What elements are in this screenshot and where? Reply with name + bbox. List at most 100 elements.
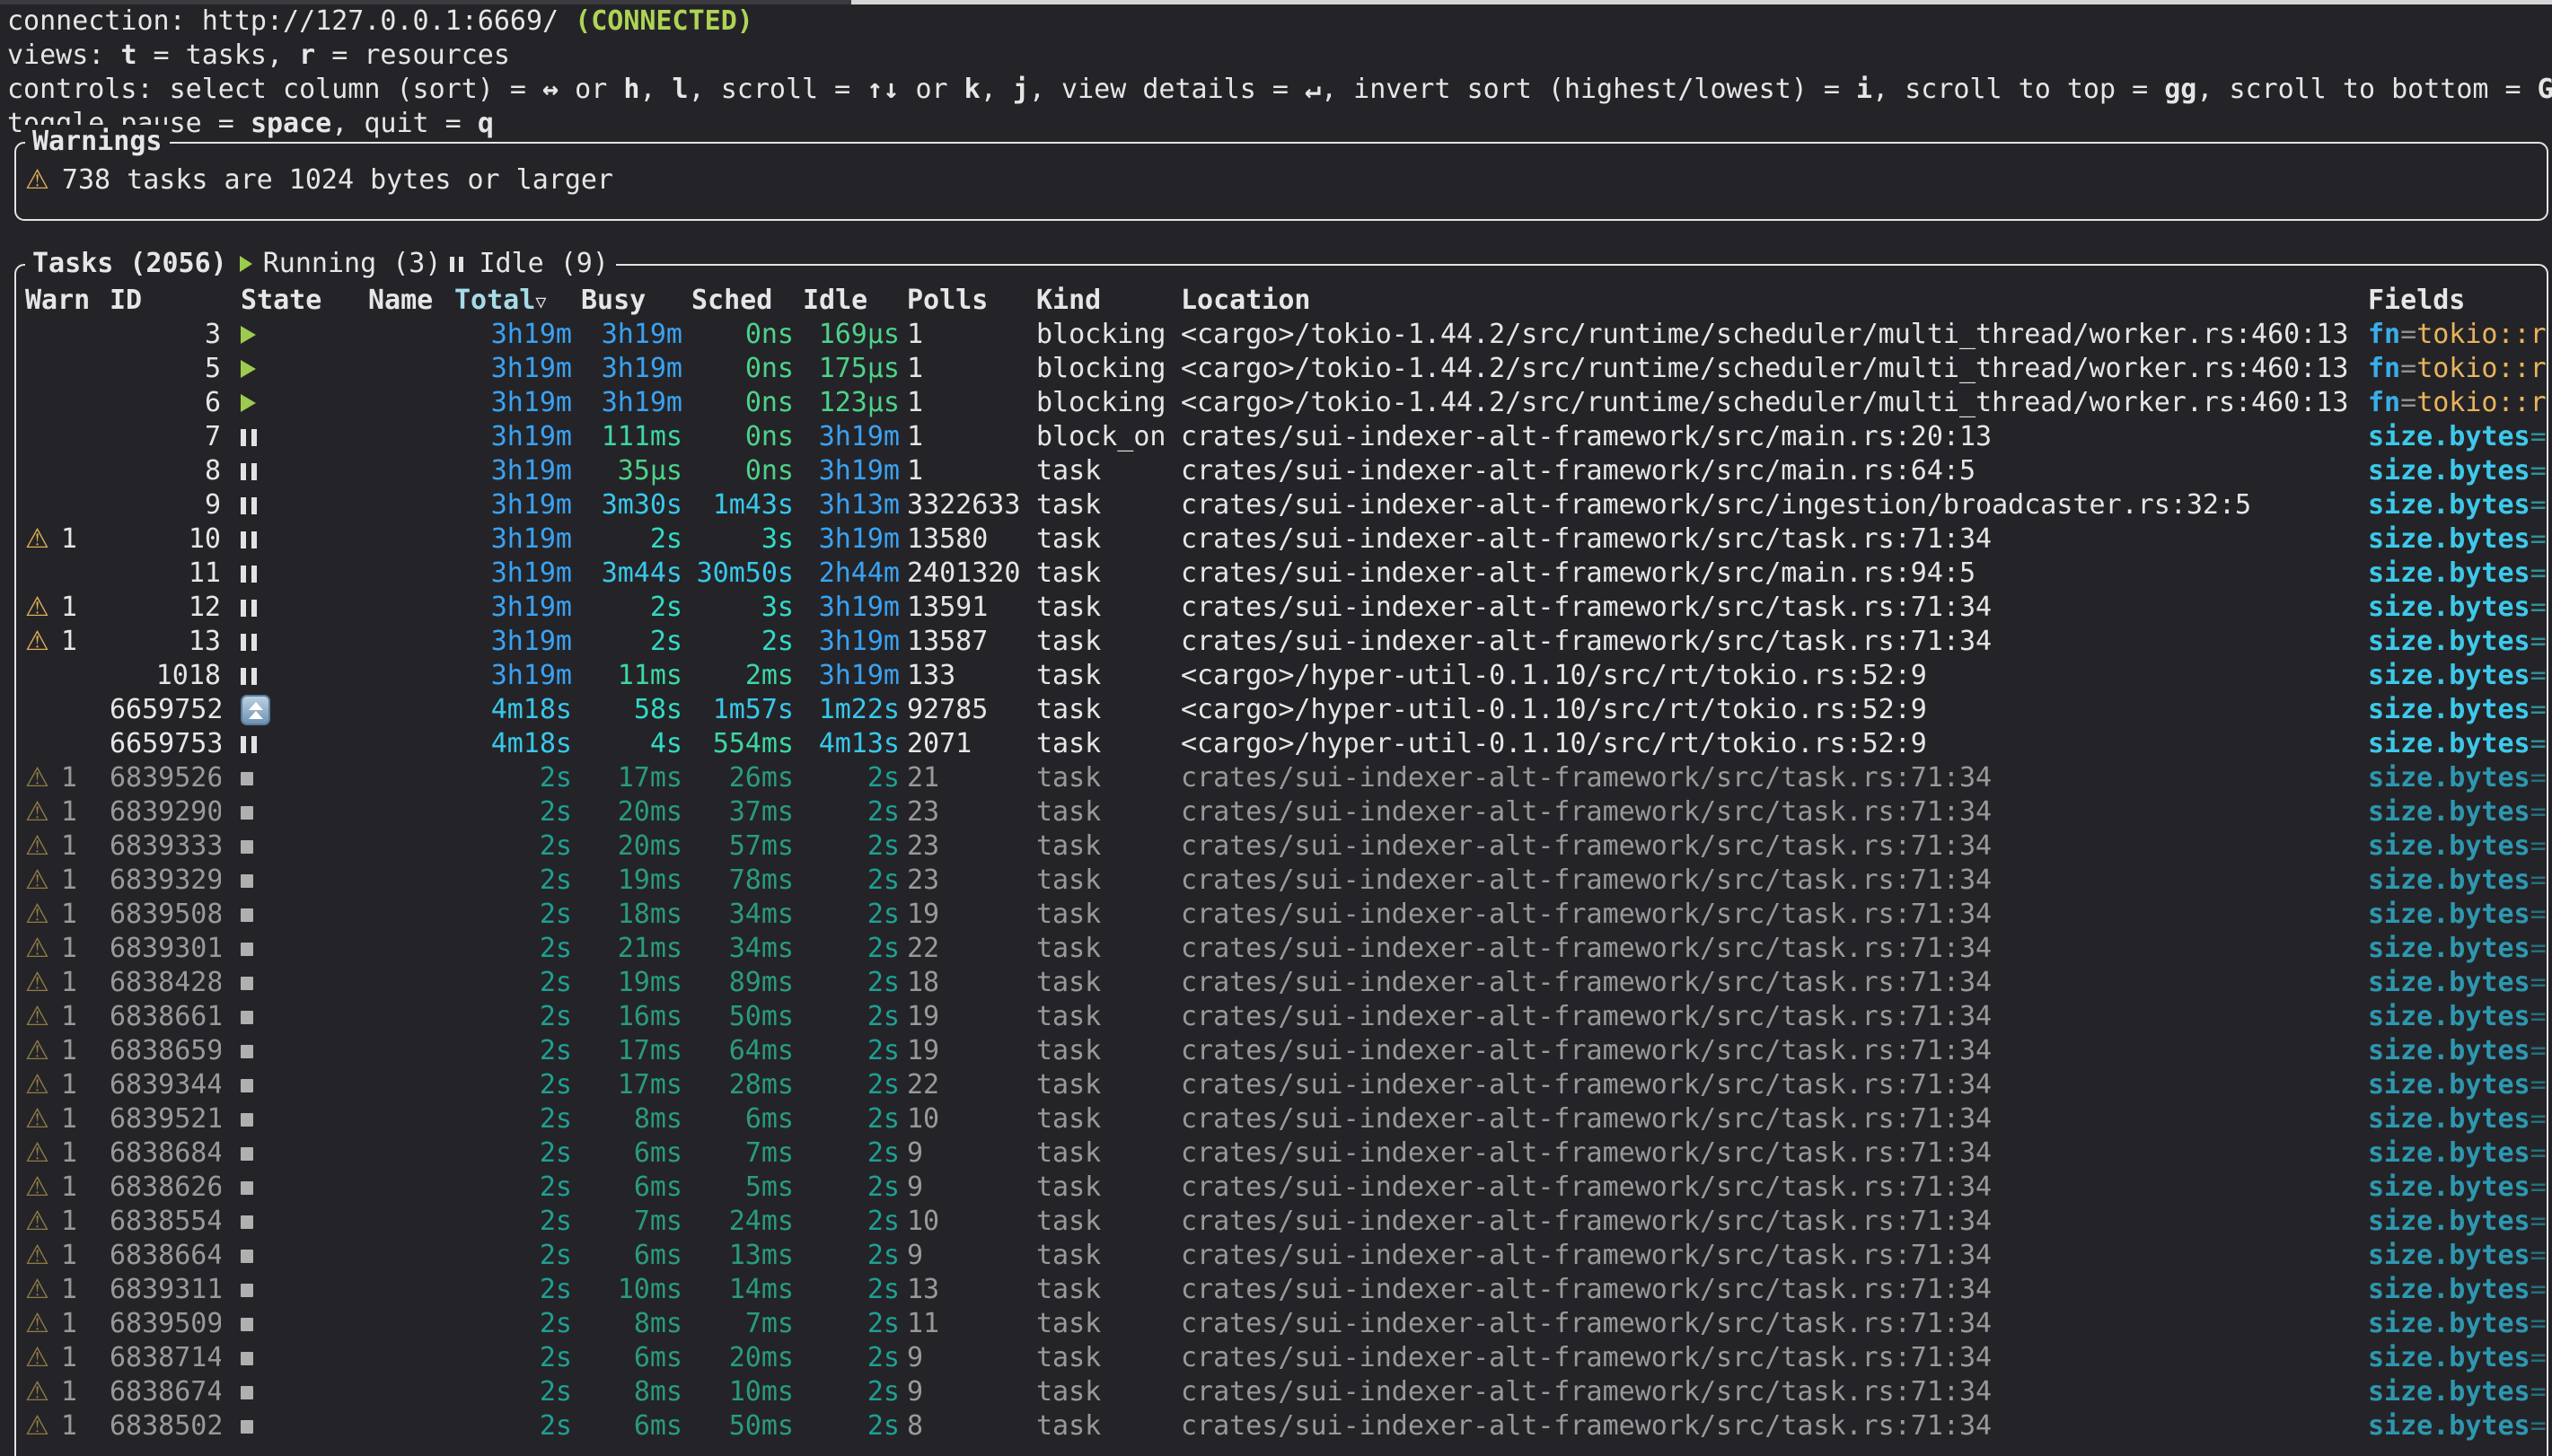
task-row[interactable]: ⚠168386842s6ms7ms2s9taskcrates/sui-index…: [16, 1136, 2547, 1171]
cell-polls: 8: [900, 1409, 1036, 1443]
task-row[interactable]: 66597534m18s4s554ms4m13s2071task<cargo>/…: [16, 727, 2547, 761]
cell-task-id: 6838674: [110, 1375, 221, 1409]
cell-duration: 2s: [454, 1034, 572, 1068]
cell-name: [368, 1034, 454, 1068]
state-completed-icon: [241, 874, 253, 888]
task-row[interactable]: ⚠168395092s8ms7ms2s11taskcrates/sui-inde…: [16, 1307, 2547, 1341]
cell-duration: 30m50s: [682, 557, 794, 591]
task-row[interactable]: 73h19m111ms0ns3h19m1block_oncrates/sui-i…: [16, 420, 2547, 454]
task-row[interactable]: 93h19m3m30s1m43s3h13m3322633taskcrates/s…: [16, 488, 2547, 522]
cell-task-id: 6839333: [110, 829, 221, 864]
warning-icon: ⚠: [25, 899, 49, 930]
field-key: size.bytes: [2368, 626, 2530, 657]
field-key: size.bytes: [2368, 660, 2530, 691]
state-completed-icon: [241, 908, 253, 922]
cell-state: [221, 1136, 368, 1171]
cell-name: [368, 591, 454, 625]
cell-duration: 3s: [682, 591, 794, 625]
cell-location: crates/sui-indexer-alt-framework/src/mai…: [1181, 557, 2368, 591]
column-header-fields[interactable]: Fields: [2368, 284, 2547, 318]
cell-location: crates/sui-indexer-alt-framework/src/tas…: [1181, 966, 2368, 1000]
task-row[interactable]: ⚠168386742s8ms10ms2s9taskcrates/sui-inde…: [16, 1375, 2547, 1409]
tasks-panel: Tasks (2056) Running (3) Idle (9) WarnID…: [14, 264, 2548, 1456]
task-row[interactable]: 66597524m18s58s1m57s1m22s92785task<cargo…: [16, 693, 2547, 727]
column-header-idle[interactable]: Idle: [794, 284, 900, 318]
field-equals: =: [2400, 353, 2416, 384]
task-row[interactable]: ⚠1123h19m2s3s3h19m13591taskcrates/sui-in…: [16, 591, 2547, 625]
warn-count: 1: [61, 626, 77, 657]
task-row[interactable]: ⚠168393442s17ms28ms2s22taskcrates/sui-in…: [16, 1068, 2547, 1102]
task-row[interactable]: ⚠168393112s10ms14ms2s13taskcrates/sui-in…: [16, 1273, 2547, 1307]
task-row[interactable]: 10183h19m11ms2ms3h19m133task<cargo>/hype…: [16, 659, 2547, 693]
cell-polls: 133: [900, 659, 1036, 693]
cell-state: [221, 488, 368, 522]
warning-icon: ⚠: [25, 1137, 49, 1169]
cell-duration: 20ms: [572, 829, 682, 864]
task-row[interactable]: ⚠168386592s17ms64ms2s19taskcrates/sui-in…: [16, 1034, 2547, 1068]
cell-name: [368, 1205, 454, 1239]
task-row[interactable]: 83h19m35µs0ns3h19m1taskcrates/sui-indexe…: [16, 454, 2547, 488]
task-row[interactable]: ⚠168387142s6ms20ms2s9taskcrates/sui-inde…: [16, 1341, 2547, 1375]
column-header-name[interactable]: Name: [368, 284, 454, 318]
task-row[interactable]: 63h19m3h19m0ns123µs1blocking<cargo>/toki…: [16, 386, 2547, 420]
column-header-id[interactable]: ID: [110, 284, 221, 318]
task-row[interactable]: ⚠168386642s6ms13ms2s9taskcrates/sui-inde…: [16, 1239, 2547, 1273]
cell-polls: 19: [900, 1000, 1036, 1034]
task-row[interactable]: ⚠1103h19m2s3s3h19m13580taskcrates/sui-in…: [16, 522, 2547, 557]
cell-task-id: 6839508: [110, 898, 221, 932]
field-equals: =: [2530, 1069, 2547, 1101]
task-row[interactable]: 33h19m3h19m0ns169µs1blocking<cargo>/toki…: [16, 318, 2547, 352]
cell-warn: ⚠1: [25, 625, 110, 659]
pause-icon: [450, 257, 468, 272]
column-header-total[interactable]: Total▿: [454, 284, 572, 318]
task-row[interactable]: ⚠168384282s19ms89ms2s18taskcrates/sui-in…: [16, 966, 2547, 1000]
cell-fields: size.bytes=: [2368, 898, 2547, 932]
task-row[interactable]: ⚠168395212s8ms6ms2s10taskcrates/sui-inde…: [16, 1102, 2547, 1136]
cell-task-id: 6839301: [110, 932, 221, 966]
task-row[interactable]: ⚠168392902s20ms37ms2s23taskcrates/sui-in…: [16, 795, 2547, 829]
column-header-warn[interactable]: Warn: [25, 284, 110, 318]
column-header-kind[interactable]: Kind: [1036, 284, 1181, 318]
task-row[interactable]: ⚠168393292s19ms78ms2s23taskcrates/sui-in…: [16, 864, 2547, 898]
column-header-state[interactable]: State: [221, 284, 368, 318]
field-key: size.bytes: [2368, 1137, 2530, 1169]
cell-fields: size.bytes=: [2368, 1409, 2547, 1443]
column-header-sched[interactable]: Sched: [682, 284, 794, 318]
cell-duration: 2s: [794, 761, 900, 795]
task-row[interactable]: ⚠1133h19m2s2s3h19m13587taskcrates/sui-in…: [16, 625, 2547, 659]
state-idle-icon: [241, 668, 262, 685]
cell-fields: size.bytes=: [2368, 625, 2547, 659]
cell-name: [368, 1102, 454, 1136]
cell-polls: 9: [900, 1239, 1036, 1273]
help-text: ,: [639, 74, 672, 105]
task-row[interactable]: ⚠168386262s6ms5ms2s9taskcrates/sui-index…: [16, 1171, 2547, 1205]
cell-name: [368, 386, 454, 420]
cell-state: [221, 522, 368, 557]
cell-duration: 2s: [794, 1409, 900, 1443]
cell-fields: size.bytes=: [2368, 1205, 2547, 1239]
cell-fields: size.bytes=: [2368, 932, 2547, 966]
task-row[interactable]: 113h19m3m44s30m50s2h44m2401320taskcrates…: [16, 557, 2547, 591]
state-running-icon: [241, 360, 256, 378]
cell-polls: 23: [900, 829, 1036, 864]
warning-item: ⚠ 738 tasks are 1024 bytes or larger: [25, 163, 2547, 197]
column-header-polls[interactable]: Polls: [900, 284, 1036, 318]
task-row[interactable]: ⚠168395082s18ms34ms2s19taskcrates/sui-in…: [16, 898, 2547, 932]
task-row[interactable]: ⚠168386612s16ms50ms2s19taskcrates/sui-in…: [16, 1000, 2547, 1034]
task-row[interactable]: ⚠168393332s20ms57ms2s23taskcrates/sui-in…: [16, 829, 2547, 864]
cell-state: [221, 352, 368, 386]
column-header-busy[interactable]: Busy: [572, 284, 682, 318]
task-row[interactable]: ⚠168395262s17ms26ms2s21taskcrates/sui-in…: [16, 761, 2547, 795]
column-header-location[interactable]: Location: [1181, 284, 2368, 318]
help-text: , scroll =: [689, 74, 867, 105]
cell-duration: 0ns: [682, 420, 794, 454]
cell-duration: 4m18s: [454, 693, 572, 727]
field-equals: =: [2530, 592, 2547, 623]
task-row[interactable]: ⚠168393012s21ms34ms2s22taskcrates/sui-in…: [16, 932, 2547, 966]
task-row[interactable]: 53h19m3h19m0ns175µs1blocking<cargo>/toki…: [16, 352, 2547, 386]
cell-kind: blocking: [1036, 352, 1181, 386]
task-row[interactable]: ⚠168385022s6ms50ms2s8taskcrates/sui-inde…: [16, 1409, 2547, 1443]
cell-task-id: 6838664: [110, 1239, 221, 1273]
task-row[interactable]: ⚠168385542s7ms24ms2s10taskcrates/sui-ind…: [16, 1205, 2547, 1239]
cell-warn: [25, 557, 110, 591]
